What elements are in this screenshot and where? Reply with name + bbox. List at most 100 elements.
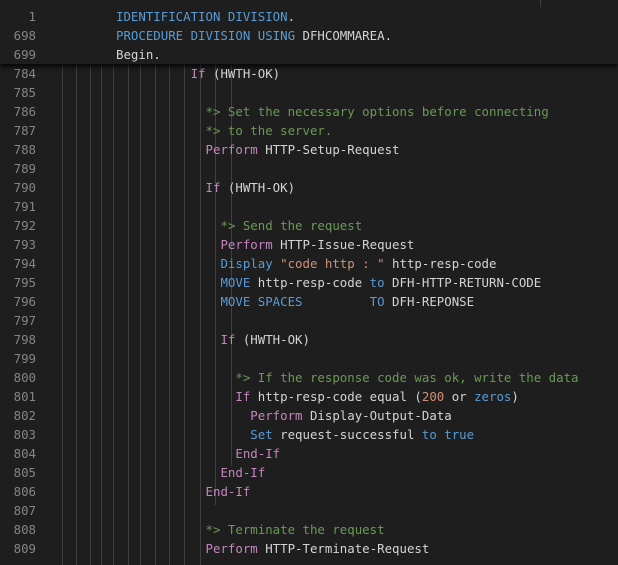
- line-number[interactable]: 795: [0, 273, 36, 292]
- code-editor[interactable]: 1 IDENTIFICATION DIVISION. 698 PROCEDURE DI…: [0, 0, 618, 565]
- code-text[interactable]: If http-resp-code equal (200 or zeros): [116, 387, 519, 406]
- line-number[interactable]: 803: [0, 425, 36, 444]
- code-text[interactable]: Begin.: [116, 45, 161, 64]
- code-text[interactable]: Perform HTTP-Terminate-Request: [116, 539, 430, 558]
- code-line[interactable]: 790 If (HWTH-OK): [0, 178, 618, 197]
- code-line[interactable]: 803 Set request-successful to true: [0, 425, 618, 444]
- line-number[interactable]: 793: [0, 235, 36, 254]
- code-line[interactable]: 797: [0, 311, 618, 330]
- code-token: Display-Output-Data: [302, 408, 452, 423]
- line-number[interactable]: 801: [0, 387, 36, 406]
- code-token: PROCEDURE DIVISION USING: [116, 28, 296, 43]
- code-token: MOVE: [220, 275, 251, 290]
- code-line[interactable]: 788 Perform HTTP-Setup-Request: [0, 140, 618, 159]
- code-line[interactable]: 808 *> Terminate the request: [0, 520, 618, 539]
- line-number[interactable]: 797: [0, 311, 36, 330]
- sticky-line[interactable]: 698 PROCEDURE DIVISION USING DFHCOMMAREA.: [0, 26, 618, 45]
- line-number[interactable]: 786: [0, 102, 36, 121]
- line-number[interactable]: 802: [0, 406, 36, 425]
- code-text[interactable]: Set request-successful to true: [116, 425, 474, 444]
- code-line[interactable]: 799: [0, 349, 618, 368]
- code-text[interactable]: MOVE http-resp-code to DFH-HTTP-RETURN-C…: [116, 273, 541, 292]
- line-number[interactable]: 788: [0, 140, 36, 159]
- sticky-line[interactable]: 699 Begin.: [0, 45, 618, 64]
- line-number[interactable]: 698: [0, 26, 36, 45]
- line-number[interactable]: 799: [0, 349, 36, 368]
- line-number[interactable]: 796: [0, 292, 36, 311]
- code-text[interactable]: Perform HTTP-Setup-Request: [116, 140, 400, 159]
- code-line[interactable]: 786 *> Set the necessary options before …: [0, 102, 618, 121]
- line-number[interactable]: 808: [0, 520, 36, 539]
- line-number[interactable]: 807: [0, 501, 36, 520]
- code-token: If: [190, 66, 206, 81]
- code-line[interactable]: 791: [0, 197, 618, 216]
- code-line[interactable]: 796 MOVE SPACES TO DFH-REPONSE: [0, 292, 618, 311]
- code-line[interactable]: 792 *> Send the request: [0, 216, 618, 235]
- code-text[interactable]: *> Send the request: [116, 216, 362, 235]
- code-text[interactable]: *> to the server.: [116, 121, 333, 140]
- line-number[interactable]: 800: [0, 368, 36, 387]
- code-line[interactable]: 802 Perform Display-Output-Data: [0, 406, 618, 425]
- code-token: HTTP-Issue-Request: [272, 237, 415, 252]
- code-text[interactable]: End-If: [116, 463, 265, 482]
- line-number[interactable]: 794: [0, 254, 36, 273]
- code-text[interactable]: IDENTIFICATION DIVISION.: [116, 7, 295, 26]
- line-number[interactable]: 804: [0, 444, 36, 463]
- code-token: If: [235, 389, 251, 404]
- code-text[interactable]: Perform Display-Output-Data: [116, 406, 452, 425]
- code-text[interactable]: If (HWTH-OK): [116, 64, 281, 83]
- code-text[interactable]: End-If: [116, 444, 280, 463]
- sticky-line[interactable]: 1 IDENTIFICATION DIVISION.: [0, 7, 618, 26]
- code-token: TO: [369, 294, 385, 309]
- line-number[interactable]: 784: [0, 64, 36, 83]
- code-text[interactable]: *> Set the necessary options before conn…: [116, 102, 549, 121]
- code-text[interactable]: MOVE SPACES TO DFH-REPONSE: [116, 292, 474, 311]
- code-line[interactable]: 785: [0, 83, 618, 102]
- code-text[interactable]: If (HWTH-OK): [116, 178, 296, 197]
- code-line[interactable]: 795 MOVE http-resp-code to DFH-HTTP-RETU…: [0, 273, 618, 292]
- code-token: Perform: [205, 142, 258, 157]
- code-text[interactable]: End-If: [116, 482, 251, 501]
- code-line[interactable]: 801 If http-resp-code equal (200 or zero…: [0, 387, 618, 406]
- line-number[interactable]: 790: [0, 178, 36, 197]
- code-line[interactable]: 784 If (HWTH-OK): [0, 64, 618, 83]
- code-text[interactable]: PROCEDURE DIVISION USING DFHCOMMAREA.: [116, 26, 392, 45]
- code-line[interactable]: 798 If (HWTH-OK): [0, 330, 618, 349]
- code-line[interactable]: 806 End-If: [0, 482, 618, 501]
- code-text[interactable]: *> Terminate the request: [116, 520, 385, 539]
- code-token: http-resp-code: [250, 275, 370, 290]
- line-number[interactable]: 785: [0, 83, 36, 102]
- line-number[interactable]: 792: [0, 216, 36, 235]
- line-number[interactable]: 789: [0, 159, 36, 178]
- code-line[interactable]: 807: [0, 501, 618, 520]
- code-text[interactable]: If (HWTH-OK): [116, 330, 310, 349]
- code-line[interactable]: 800 *> If the response code was ok, writ…: [0, 368, 618, 387]
- code-line[interactable]: 793 Perform HTTP-Issue-Request: [0, 235, 618, 254]
- code-text[interactable]: *> If the response code was ok, write th…: [116, 368, 578, 387]
- line-number[interactable]: 805: [0, 463, 36, 482]
- line-number[interactable]: 791: [0, 197, 36, 216]
- sticky-scroll-header[interactable]: 1 IDENTIFICATION DIVISION. 698 PROCEDURE DI…: [0, 7, 618, 64]
- line-number[interactable]: 787: [0, 121, 36, 140]
- code-line[interactable]: 789: [0, 159, 618, 178]
- code-line[interactable]: 787 *> to the server.: [0, 121, 618, 140]
- code-line[interactable]: 809 Perform HTTP-Terminate-Request: [0, 539, 618, 558]
- line-number[interactable]: 809: [0, 539, 36, 558]
- code-line[interactable]: 794 Display "code http : " http-resp-cod…: [0, 254, 618, 273]
- code-text[interactable]: Display "code http : " http-resp-code: [116, 254, 496, 273]
- code-line[interactable]: 805 End-If: [0, 463, 618, 482]
- line-number[interactable]: 1: [0, 7, 36, 26]
- code-token: *> to the server.: [205, 123, 333, 138]
- line-number[interactable]: 806: [0, 482, 36, 501]
- line-number[interactable]: 798: [0, 330, 36, 349]
- code-text[interactable]: Perform HTTP-Issue-Request: [116, 235, 414, 254]
- code-line[interactable]: 804 End-If: [0, 444, 618, 463]
- line-number[interactable]: 699: [0, 45, 36, 64]
